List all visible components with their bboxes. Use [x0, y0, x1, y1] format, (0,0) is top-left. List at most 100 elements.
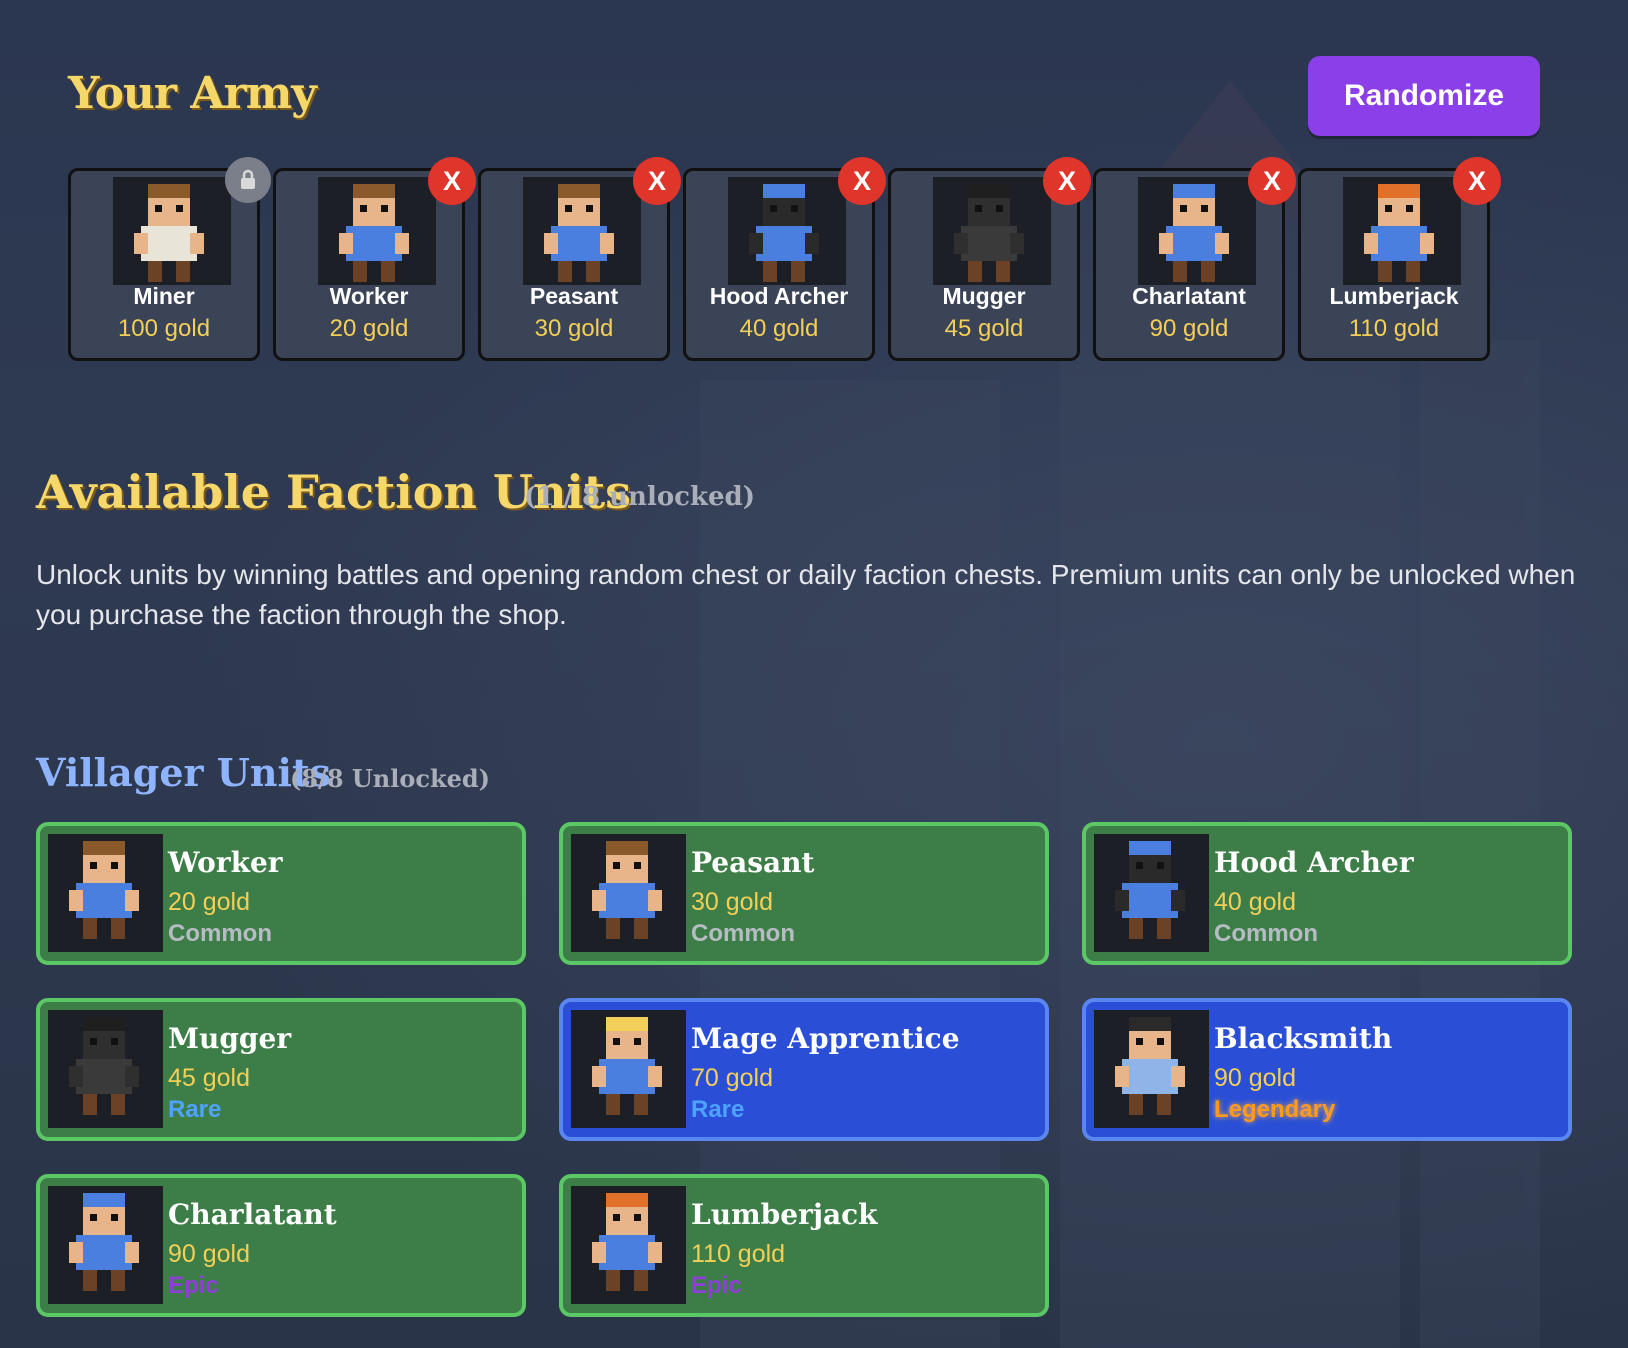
sprite-pixel: [353, 198, 395, 226]
sprite-pixel: [648, 1242, 662, 1263]
unit-name: Hood Archer: [1214, 846, 1414, 879]
sprite-pixel: [1215, 233, 1229, 254]
sprite-pixel: [770, 205, 777, 212]
unit-rarity: Legendary: [1214, 1096, 1336, 1123]
sprite-pixel: [586, 261, 600, 282]
unit-sprite: [1094, 834, 1209, 952]
remove-unit-button[interactable]: X: [428, 157, 476, 205]
unit-card-lumberjack[interactable]: Lumberjack 110 gold Epic: [559, 1174, 1049, 1317]
sprite-pixel: [606, 918, 620, 939]
sprite-pixel: [90, 1214, 97, 1221]
sprite-pixel: [1171, 1066, 1185, 1087]
sprite-pixel: [1129, 1031, 1171, 1059]
sprite-pixel: [1173, 261, 1187, 282]
unit-rarity: Epic: [168, 1272, 219, 1299]
unit-card-blacksmith[interactable]: Blacksmith 90 gold Legendary: [1082, 998, 1572, 1141]
sprite-pixel: [76, 883, 132, 918]
sprite-pixel: [558, 184, 600, 198]
sprite-pixel: [1406, 205, 1413, 212]
unit-sprite: [1094, 1010, 1209, 1128]
sprite-pixel: [1157, 1038, 1164, 1045]
sprite-pixel: [1157, 918, 1171, 939]
sprite-pixel: [1378, 198, 1420, 226]
army-card-peasant[interactable]: Peasant 30 gold X: [478, 157, 681, 361]
sprite-pixel: [1201, 261, 1215, 282]
sprite-pixel: [83, 1031, 125, 1059]
unit-gold: 45 gold: [168, 1064, 251, 1092]
unit-sprite: [571, 1010, 686, 1128]
sprite-pixel: [1364, 233, 1378, 254]
unit-card-worker[interactable]: Worker 20 gold Common: [36, 822, 526, 965]
unit-sprite: [48, 1186, 163, 1304]
sprite-pixel: [996, 261, 1010, 282]
sprite-pixel: [148, 261, 162, 282]
sprite-pixel: [606, 1094, 620, 1115]
sprite-pixel: [1129, 918, 1143, 939]
sprite-pixel: [1378, 261, 1392, 282]
unit-rarity: Common: [168, 920, 272, 947]
sprite-pixel: [558, 261, 572, 282]
sprite-pixel: [148, 198, 190, 226]
unit-sprite: [318, 177, 436, 285]
unit-card-mage-apprentice[interactable]: Mage Apprentice 70 gold Rare: [559, 998, 1049, 1141]
unit-gold: 30 gold: [691, 888, 774, 916]
unit-sprite: [1138, 177, 1256, 285]
remove-unit-button[interactable]: X: [1043, 157, 1091, 205]
unit-card-peasant[interactable]: Peasant 30 gold Common: [559, 822, 1049, 965]
sprite-pixel: [996, 205, 1003, 212]
unit-card-hood-archer[interactable]: Hood Archer 40 gold Common: [1082, 822, 1572, 965]
sprite-pixel: [155, 205, 162, 212]
army-card-mugger[interactable]: Mugger 45 gold X: [888, 157, 1091, 361]
unit-name: Mage Apprentice: [691, 1022, 960, 1055]
army-unit-name: Charlatant: [1132, 283, 1246, 309]
unit-card-mugger[interactable]: Mugger 45 gold Rare: [36, 998, 526, 1141]
army-card-hood-archer[interactable]: Hood Archer 40 gold X: [683, 157, 886, 361]
unit-gold: 40 gold: [1214, 888, 1297, 916]
army-card-miner[interactable]: Miner 100 gold: [68, 157, 271, 361]
sprite-pixel: [353, 261, 367, 282]
sprite-pixel: [83, 1094, 97, 1115]
army-unit-gold: 90 gold: [1149, 315, 1229, 342]
army-unit-gold: 20 gold: [329, 315, 409, 342]
remove-unit-button[interactable]: X: [1248, 157, 1296, 205]
unit-name: Blacksmith: [1214, 1022, 1393, 1055]
army-unit-gold: 110 gold: [1348, 315, 1440, 342]
sprite-pixel: [634, 862, 641, 869]
sprite-pixel: [90, 862, 97, 869]
sprite-pixel: [83, 1270, 97, 1291]
sprite-pixel: [353, 184, 395, 198]
sprite-pixel: [756, 226, 812, 261]
sprite-pixel: [1010, 233, 1024, 254]
sprite-pixel: [176, 261, 190, 282]
sprite-pixel: [648, 890, 662, 911]
unit-sprite: [1343, 177, 1461, 285]
unit-gold: 90 gold: [168, 1240, 251, 1268]
remove-unit-button[interactable]: X: [633, 157, 681, 205]
sprite-pixel: [134, 233, 148, 254]
army-card-worker[interactable]: Worker 20 gold X: [273, 157, 476, 361]
sprite-pixel: [76, 1059, 132, 1094]
sprite-pixel: [749, 233, 763, 254]
villager-units-title: Villager Units: [36, 750, 331, 795]
sprite-pixel: [69, 1066, 83, 1087]
unit-gold: 20 gold: [168, 888, 251, 916]
sprite-pixel: [634, 1214, 641, 1221]
sprite-pixel: [1129, 855, 1171, 883]
remove-unit-button[interactable]: X: [1453, 157, 1501, 205]
unit-card-charlatant[interactable]: Charlatant 90 gold Epic: [36, 1174, 526, 1317]
sprite-pixel: [763, 261, 777, 282]
sprite-pixel: [606, 841, 648, 855]
unit-name: Lumberjack: [691, 1198, 878, 1231]
sprite-pixel: [148, 184, 190, 198]
sprite-pixel: [968, 184, 1010, 198]
sprite-pixel: [1122, 883, 1178, 918]
remove-unit-button[interactable]: X: [838, 157, 886, 205]
sprite-pixel: [763, 198, 805, 226]
unit-sprite: [113, 177, 231, 285]
sprite-pixel: [599, 1235, 655, 1270]
army-card-charlatant[interactable]: Charlatant 90 gold X: [1093, 157, 1296, 361]
sprite-pixel: [111, 1038, 118, 1045]
army-card-lumberjack[interactable]: Lumberjack 110 gold X: [1298, 157, 1501, 361]
randomize-button[interactable]: Randomize: [1308, 56, 1540, 136]
sprite-pixel: [395, 233, 409, 254]
